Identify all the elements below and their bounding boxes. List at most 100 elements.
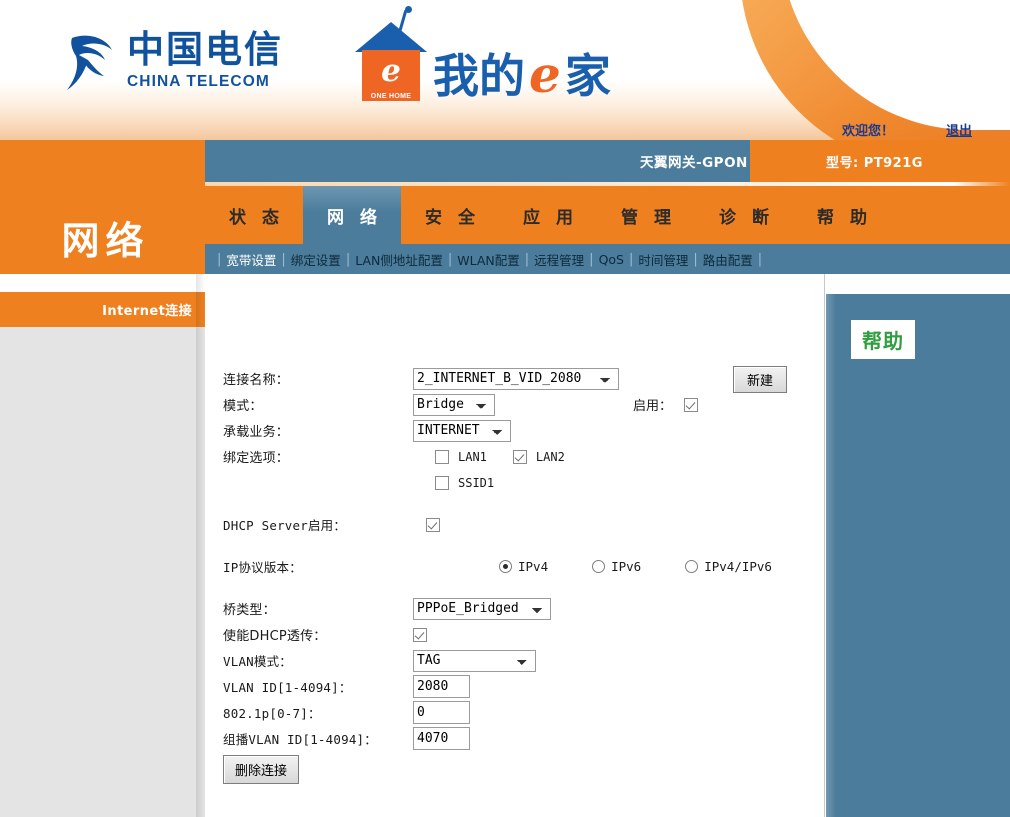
one-home-roof-icon [355,22,427,52]
left-sidebar: Internet连接 [0,274,205,817]
bridge-type-select[interactable]: PPPoE_Bridged [413,597,551,620]
tab-3[interactable]: 应 用 [499,186,597,244]
service-select[interactable]: INTERNET [413,419,511,442]
bind-lan2-checkbox[interactable] [512,449,527,464]
tab-6[interactable]: 帮 助 [793,186,891,244]
subnav-item-7[interactable]: 路由配置 [699,250,757,269]
one-home-house-icon: e ONE HOME [355,6,427,104]
bind-ssid1-checkbox[interactable] [435,475,449,490]
service-row: 承载业务： INTERNET [223,418,813,443]
ip-version-ipv4-option[interactable]: IPv4 [499,559,548,574]
connection-name-row: 连接名称： 2_INTERNET_B_VID_2080 [223,366,813,391]
model-number: 型号: PT921G [826,155,923,171]
ip-version-dual-option[interactable]: IPv4/IPv6 [685,559,772,574]
sidebar-item-internet-connection[interactable]: Internet连接 [0,292,205,327]
ipv4-ipv6-label: IPv4/IPv6 [704,559,772,574]
bind-ssid1-row: SSID1 [223,470,813,495]
subnav-item-4[interactable]: 远程管理 [530,250,588,269]
ip-version-ipv6-option[interactable]: IPv6 [592,559,641,574]
ipv4-label: IPv4 [518,559,549,574]
service-label: 承载业务： [223,425,290,440]
ipv4-radio[interactable] [499,560,512,573]
brand-banner: 中国电信 CHINA TELECOM e ONE HOME 我的 e 家 欢迎您… [0,0,1010,140]
multicast-vlan-id-row: 组播VLAN ID[1-4094]： [223,726,813,751]
help-title: 帮助 [862,329,904,353]
vlan-id-row: VLAN ID[1-4094]： [223,674,813,699]
subnav-item-1[interactable]: 绑定设置 [287,250,345,269]
tab-4[interactable]: 管 理 [597,186,695,244]
vlan-mode-select[interactable]: TAG [413,649,536,672]
one-home-word-e: e [529,45,561,104]
tab-0[interactable]: 状 态 [205,186,303,244]
bind-ssid1-label: SSID1 [458,475,495,490]
sidebar-shadow [196,274,205,817]
one-home-logo: e ONE HOME 我的 e 家 [355,6,611,104]
broadband-settings-form: 连接名称： 2_INTERNET_B_VID_2080 模式： Bridge 承… [223,366,813,752]
logout-link[interactable]: 退出 [946,120,972,139]
bind-options-label: 绑定选项： [223,451,290,466]
bridge-type-label: 桥类型： [223,603,276,618]
tab-list: 状 态网 络安 全应 用管 理诊 断帮 助 [205,186,891,244]
tab-5[interactable]: 诊 断 [695,186,793,244]
subnav-item-5[interactable]: QoS [595,252,628,267]
mode-select[interactable]: Bridge [413,393,495,416]
ip-version-label: IP协议版本： [223,560,302,575]
vlan-id-input[interactable] [413,675,470,698]
bind-lan1-label: LAN1 [458,449,487,464]
gateway-title-strip: 天翼网关-GPON 型号: PT921G [0,140,1010,182]
tab-2[interactable]: 安 全 [401,186,499,244]
bind-lan2-label: LAN2 [535,449,565,464]
sidebar-top-spacer [0,274,205,292]
page-title: 网络 [61,218,150,263]
subnav-item-0[interactable]: 宽带设置 [222,250,280,269]
router-config-page: 中国电信 CHINA TELECOM e ONE HOME 我的 e 家 欢迎您… [0,0,1010,817]
dhcp-server-checkbox[interactable] [426,517,440,532]
vlan-mode-label: VLAN模式： [223,654,293,669]
connection-name-select[interactable]: 2_INTERNET_B_VID_2080 [413,367,619,390]
mode-row: 模式： Bridge [223,392,813,417]
ipv6-radio[interactable] [592,560,606,573]
dhcp-relay-checkbox[interactable] [413,627,427,642]
delete-connection-button[interactable]: 删除连接 [223,755,300,784]
bind-lan1-checkbox[interactable] [435,449,449,464]
multicast-vlan-id-input[interactable] [413,727,470,750]
welcome-bar: 欢迎您！ 退出 [710,118,1010,140]
ipv4-ipv6-radio[interactable] [685,560,699,573]
help-title-box[interactable]: 帮助 [851,320,915,359]
subnav-item-2[interactable]: LAN侧地址配置 [351,250,447,269]
sidebar-body [0,327,205,817]
tab-1[interactable]: 网 络 [303,186,401,244]
ip-version-row: IP协议版本： IPv4 IPv6 IPv4/IPv6 [223,554,813,579]
bridge-type-row: 桥类型： PPPoE_Bridged [223,596,813,621]
dhcp-server-label: DHCP Server启用： [223,518,347,533]
sub-navigation: | 宽带设置 | 绑定设置 | LAN侧地址配置 | WLAN配置 | 远程管理 | QoS | 时间管理… [205,244,1010,274]
china-telecom-en-text: CHINA TELECOM [127,72,270,90]
vlan-id-label: VLAN ID[1-4094]： [223,680,352,695]
one-home-e-box: e [362,50,420,92]
main-content-panel: 新建 启用： 连接名称： 2_INTERNET_B_VID_2080 模式： B… [205,274,825,817]
one-home-word-right: 家 [564,49,611,103]
one-home-caption: ONE HOME [362,92,420,101]
one-home-wordmark: 我的 e 家 [433,50,611,104]
main-tab-bar: 状 态网 络安 全应 用管 理诊 断帮 助 [205,182,1010,244]
subnav-item-3[interactable]: WLAN配置 [453,250,524,269]
mode-label: 模式： [223,399,263,414]
title-strip-left-block [0,140,205,182]
china-telecom-cn-text: 中国电信 [127,28,283,72]
vlan-mode-row: VLAN模式： TAG [223,648,813,673]
dhcp-relay-label: 使能DHCP透传： [223,629,327,644]
connection-name-label: 连接名称： [223,373,290,388]
china-telecom-mark-icon [62,30,118,92]
subnav-item-6[interactable]: 时间管理 [634,250,692,269]
subnav-separator: | [757,251,763,267]
priority-8021p-input[interactable] [413,701,470,724]
sidebar-item-label: Internet连接 [102,304,192,319]
welcome-text: 欢迎您！ [841,123,894,139]
gateway-name: 天翼网关-GPON [640,155,748,171]
bind-options-row: 绑定选项： LAN1 LAN2 [223,444,813,469]
help-panel: 帮助 值 什么值得买 [826,294,1010,817]
ipv6-label: IPv6 [611,559,642,574]
